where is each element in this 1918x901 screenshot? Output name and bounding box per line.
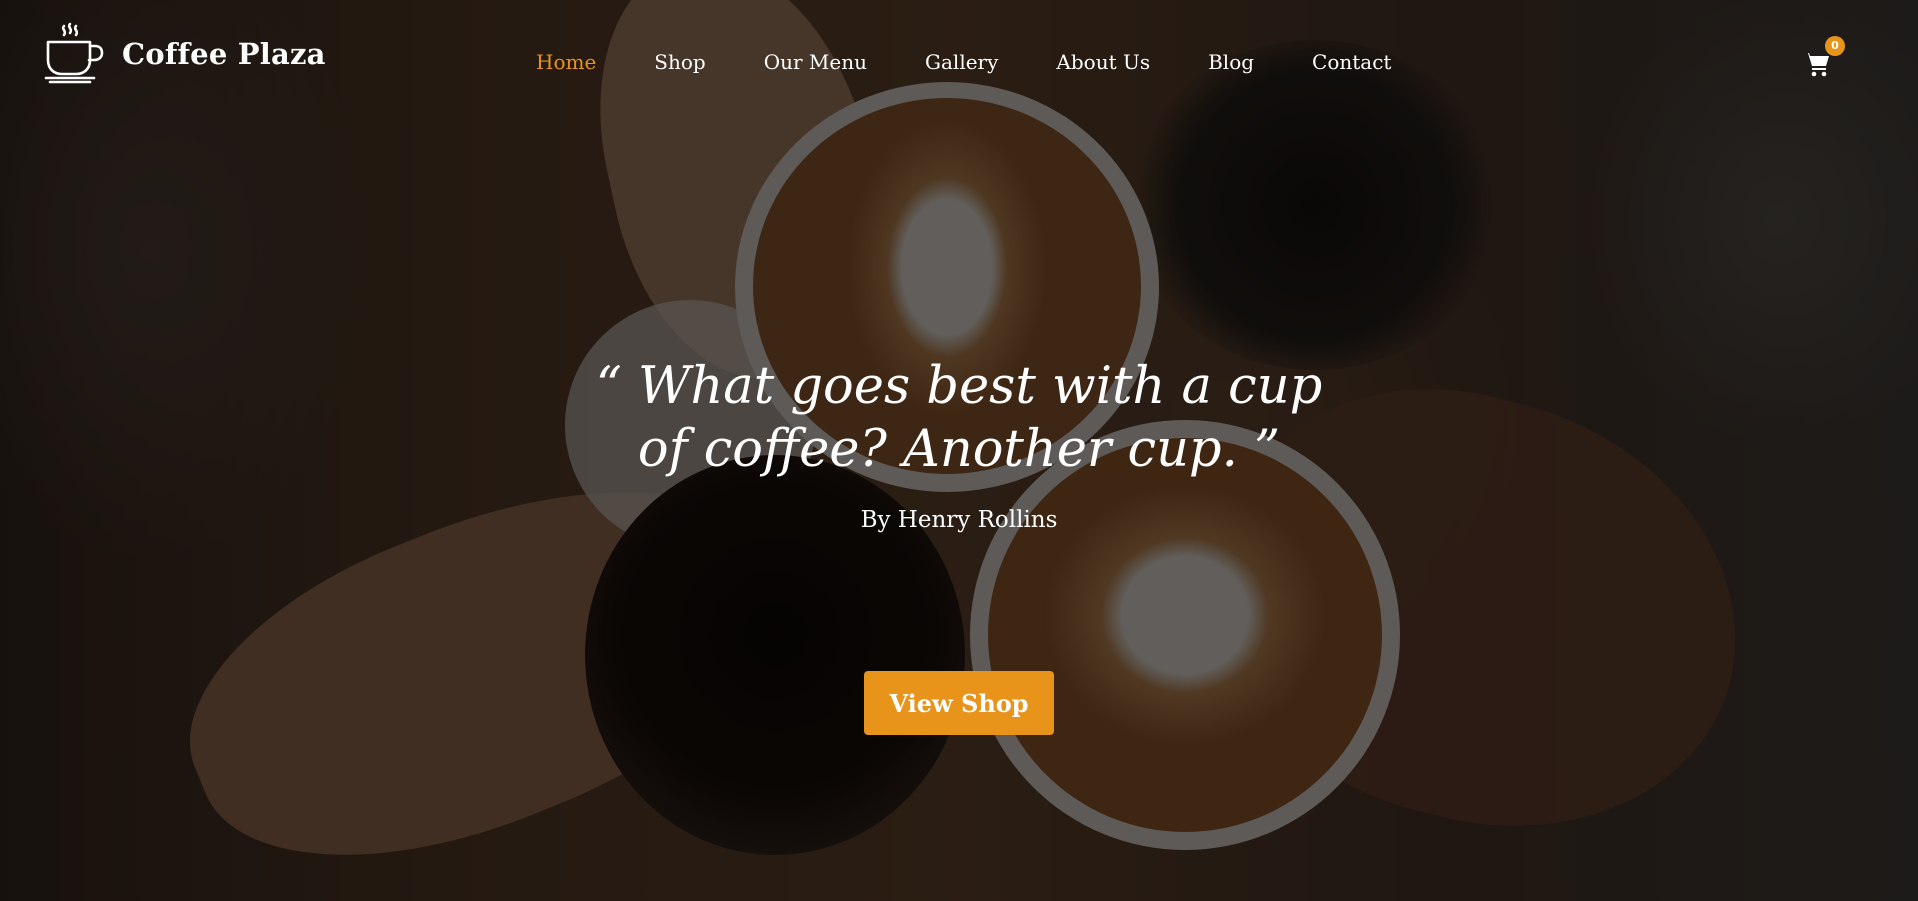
quote-author: By Henry Rollins — [860, 507, 1058, 533]
nav-blog[interactable]: Blog — [1208, 47, 1254, 77]
shopping-cart-icon — [1805, 53, 1829, 77]
coffee-cup-icon — [44, 22, 104, 84]
view-shop-button[interactable]: View Shop — [864, 671, 1054, 735]
cart-count-badge: 0 — [1825, 36, 1845, 56]
hero-quote: “ What goes best with a cup of coffee? A… — [595, 357, 1323, 479]
site-header: Coffee Plaza Home Shop Our Menu Gallery … — [0, 0, 1918, 120]
nav-about-us[interactable]: About Us — [1056, 47, 1150, 77]
nav-shop[interactable]: Shop — [654, 47, 705, 77]
nav-home[interactable]: Home — [536, 47, 596, 77]
nav-gallery[interactable]: Gallery — [925, 47, 998, 77]
nav-contact[interactable]: Contact — [1312, 47, 1391, 77]
cart-button[interactable]: 0 — [1804, 36, 1845, 79]
nav-our-menu[interactable]: Our Menu — [764, 47, 867, 77]
brand-logo[interactable]: Coffee Plaza — [44, 22, 326, 86]
hero-content: “ What goes best with a cup of coffee? A… — [0, 355, 1918, 533]
main-nav: Home Shop Our Menu Gallery About Us Blog… — [536, 47, 1449, 77]
brand-name: Coffee Plaza — [122, 37, 326, 71]
